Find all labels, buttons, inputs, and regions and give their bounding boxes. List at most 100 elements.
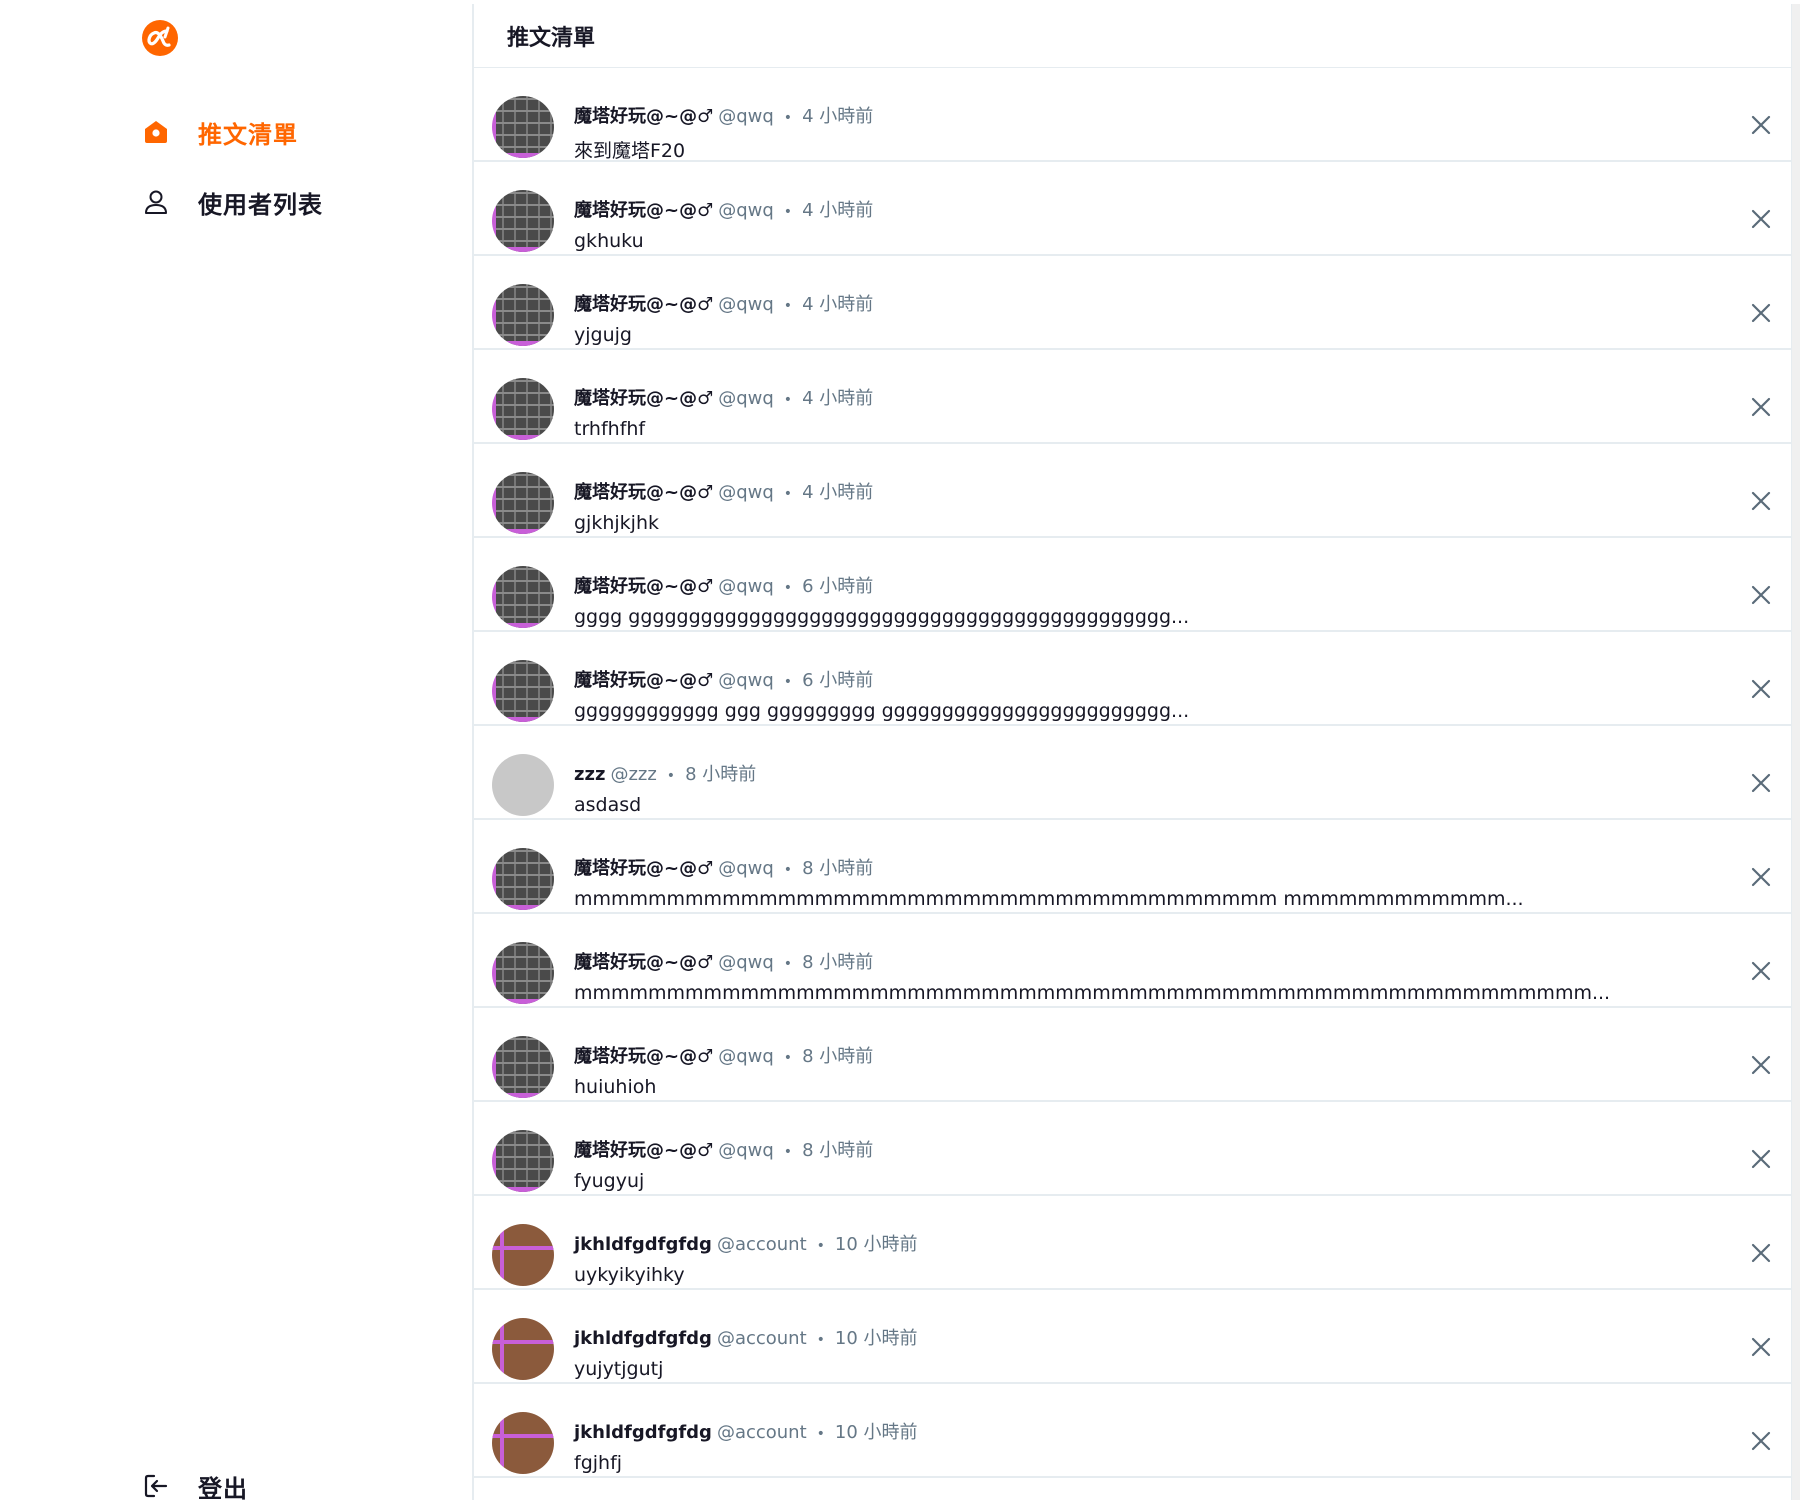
tweet-author-handle: @qwq — [718, 670, 774, 691]
delete-tweet-button[interactable] — [1748, 488, 1774, 514]
tweet-author-name[interactable]: 魔塔好玩@~@♂ — [574, 478, 713, 504]
separator-dot: • — [783, 674, 793, 690]
delete-tweet-button[interactable] — [1748, 864, 1774, 890]
avatar[interactable] — [492, 942, 554, 1004]
separator-dot: • — [783, 1144, 793, 1160]
tweet-panel: 推文清單 魔塔好玩@~@♂ @qwq • 4 小時前 來到魔塔F20 魔塔好玩@… — [472, 4, 1800, 1500]
tweet-content: 來到魔塔F20 — [574, 140, 686, 162]
tweet-content: gggg ggggggggggggggggggggggggggggggggggg… — [574, 606, 1190, 628]
avatar[interactable] — [492, 848, 554, 910]
tweet-meta: 魔塔好玩@~@♂ @qwq • 6 小時前 — [574, 572, 873, 598]
avatar[interactable] — [492, 1224, 554, 1286]
separator-dot: • — [783, 392, 793, 408]
tweet-author-name[interactable]: 魔塔好玩@~@♂ — [574, 948, 713, 974]
delete-tweet-button[interactable] — [1748, 958, 1774, 984]
logout-button[interactable]: 登出 — [140, 1466, 248, 1500]
tweet-row: jkhldfgdfgfdg @account • 10 小時前 fgjhfj — [474, 1384, 1800, 1478]
avatar[interactable] — [492, 472, 554, 534]
delete-tweet-button[interactable] — [1748, 300, 1774, 326]
tweet-content: fyugyuj — [574, 1170, 645, 1192]
tweet-meta: 魔塔好玩@~@♂ @qwq • 6 小時前 — [574, 666, 873, 692]
home-icon — [140, 116, 172, 148]
delete-tweet-button[interactable] — [1748, 112, 1774, 138]
tweet-author-name[interactable]: 魔塔好玩@~@♂ — [574, 854, 713, 880]
tweet-author-name[interactable]: 魔塔好玩@~@♂ — [574, 1042, 713, 1068]
avatar[interactable] — [492, 96, 554, 158]
tweet-author-handle: @qwq — [718, 106, 774, 127]
delete-tweet-button[interactable] — [1748, 770, 1774, 796]
avatar[interactable] — [492, 284, 554, 346]
avatar[interactable] — [492, 1036, 554, 1098]
delete-tweet-button[interactable] — [1748, 1240, 1774, 1266]
tweet-author-name[interactable]: 魔塔好玩@~@♂ — [574, 666, 713, 692]
tweet-timestamp: 8 小時前 — [802, 858, 874, 879]
tweet-author-name[interactable]: jkhldfgdfgfdg — [574, 1234, 712, 1255]
close-icon — [1751, 1243, 1771, 1263]
avatar[interactable] — [492, 378, 554, 440]
tweet-author-name[interactable]: 魔塔好玩@~@♂ — [574, 572, 713, 598]
tweet-author-name[interactable]: jkhldfgdfgfdg — [574, 1328, 712, 1349]
tweet-content: gkhuku — [574, 230, 644, 252]
tweet-author-handle: @zzz — [610, 764, 657, 785]
tweet-meta: 魔塔好玩@~@♂ @qwq • 8 小時前 — [574, 1042, 873, 1068]
scrollbar[interactable] — [1791, 4, 1800, 1500]
delete-tweet-button[interactable] — [1748, 206, 1774, 232]
delete-tweet-button[interactable] — [1748, 1428, 1774, 1454]
close-icon — [1751, 1431, 1771, 1451]
avatar[interactable] — [492, 1130, 554, 1192]
delete-tweet-button[interactable] — [1748, 582, 1774, 608]
tweet-author-name[interactable]: jkhldfgdfgfdg — [574, 1422, 712, 1443]
tweet-author-name[interactable]: 魔塔好玩@~@♂ — [574, 1136, 713, 1162]
delete-tweet-button[interactable] — [1748, 1334, 1774, 1360]
tweet-author-handle: @account — [716, 1234, 807, 1255]
tweet-row: 魔塔好玩@~@♂ @qwq • 6 小時前 gggggggggggg ggg g… — [474, 632, 1800, 726]
close-icon — [1751, 585, 1771, 605]
tweet-timestamp: 4 小時前 — [802, 294, 874, 315]
tweet-row: 魔塔好玩@~@♂ @qwq • 8 小時前 mmmmmmmmmmmmmmmmmm… — [474, 914, 1800, 1008]
delete-tweet-button[interactable] — [1748, 1052, 1774, 1078]
tweet-meta: jkhldfgdfgfdg @account • 10 小時前 — [574, 1230, 918, 1256]
sidebar-item-tweets[interactable]: 推文清單 — [140, 112, 298, 152]
tweet-content: mmmmmmmmmmmmmmmmmmmmmmmmmmmmmmmmmmmmmm m… — [574, 888, 1524, 910]
tweet-timestamp: 8 小時前 — [802, 952, 874, 973]
tweet-author-name[interactable]: 魔塔好玩@~@♂ — [574, 196, 713, 222]
avatar[interactable] — [492, 1318, 554, 1380]
separator-dot: • — [783, 1050, 793, 1066]
tweet-meta: zzz @zzz • 8 小時前 — [574, 760, 756, 786]
tweet-author-name[interactable]: zzz — [574, 764, 605, 785]
tweet-author-handle: @qwq — [718, 1140, 774, 1161]
avatar[interactable] — [492, 190, 554, 252]
separator-dot: • — [783, 956, 793, 972]
sidebar-item-users[interactable]: 使用者列表 — [140, 182, 323, 222]
tweet-row: 魔塔好玩@~@♂ @qwq • 8 小時前 mmmmmmmmmmmmmmmmmm… — [474, 820, 1800, 914]
tweet-row: jkhldfgdfgfdg @account • 10 小時前 uykyikyi… — [474, 1196, 1800, 1290]
page-header: 推文清單 — [474, 4, 1800, 68]
tweet-row: 魔塔好玩@~@♂ @qwq • 4 小時前 gkhuku — [474, 162, 1800, 256]
avatar[interactable] — [492, 660, 554, 722]
delete-tweet-button[interactable] — [1748, 1146, 1774, 1172]
tweet-author-handle: @qwq — [718, 576, 774, 597]
tweet-timestamp: 10 小時前 — [834, 1422, 918, 1443]
tweet-timestamp: 4 小時前 — [802, 200, 874, 221]
tweet-author-name[interactable]: 魔塔好玩@~@♂ — [574, 290, 713, 316]
tweet-timestamp: 4 小時前 — [802, 106, 874, 127]
avatar[interactable] — [492, 1412, 554, 1474]
tweet-list: 魔塔好玩@~@♂ @qwq • 4 小時前 來到魔塔F20 魔塔好玩@~@♂ @… — [474, 68, 1800, 1478]
avatar[interactable] — [492, 566, 554, 628]
delete-tweet-button[interactable] — [1748, 394, 1774, 420]
tweet-content: yjgujg — [574, 324, 632, 346]
close-icon — [1751, 961, 1771, 981]
tweet-timestamp: 8 小時前 — [802, 1140, 874, 1161]
tweet-author-name[interactable]: 魔塔好玩@~@♂ — [574, 384, 713, 410]
alpha-logo-icon[interactable] — [140, 18, 180, 58]
tweet-author-handle: @qwq — [718, 1046, 774, 1067]
delete-tweet-button[interactable] — [1748, 676, 1774, 702]
tweet-content: gggggggggggg ggg ggggggggg ggggggggggggg… — [574, 700, 1190, 722]
tweet-author-name[interactable]: 魔塔好玩@~@♂ — [574, 102, 713, 128]
sidebar: 推文清單 使用者列表 登出 — [0, 0, 472, 1500]
close-icon — [1751, 115, 1771, 135]
avatar[interactable] — [492, 754, 554, 816]
tweet-timestamp: 10 小時前 — [834, 1328, 918, 1349]
tweet-timestamp: 4 小時前 — [802, 388, 874, 409]
close-icon — [1751, 679, 1771, 699]
